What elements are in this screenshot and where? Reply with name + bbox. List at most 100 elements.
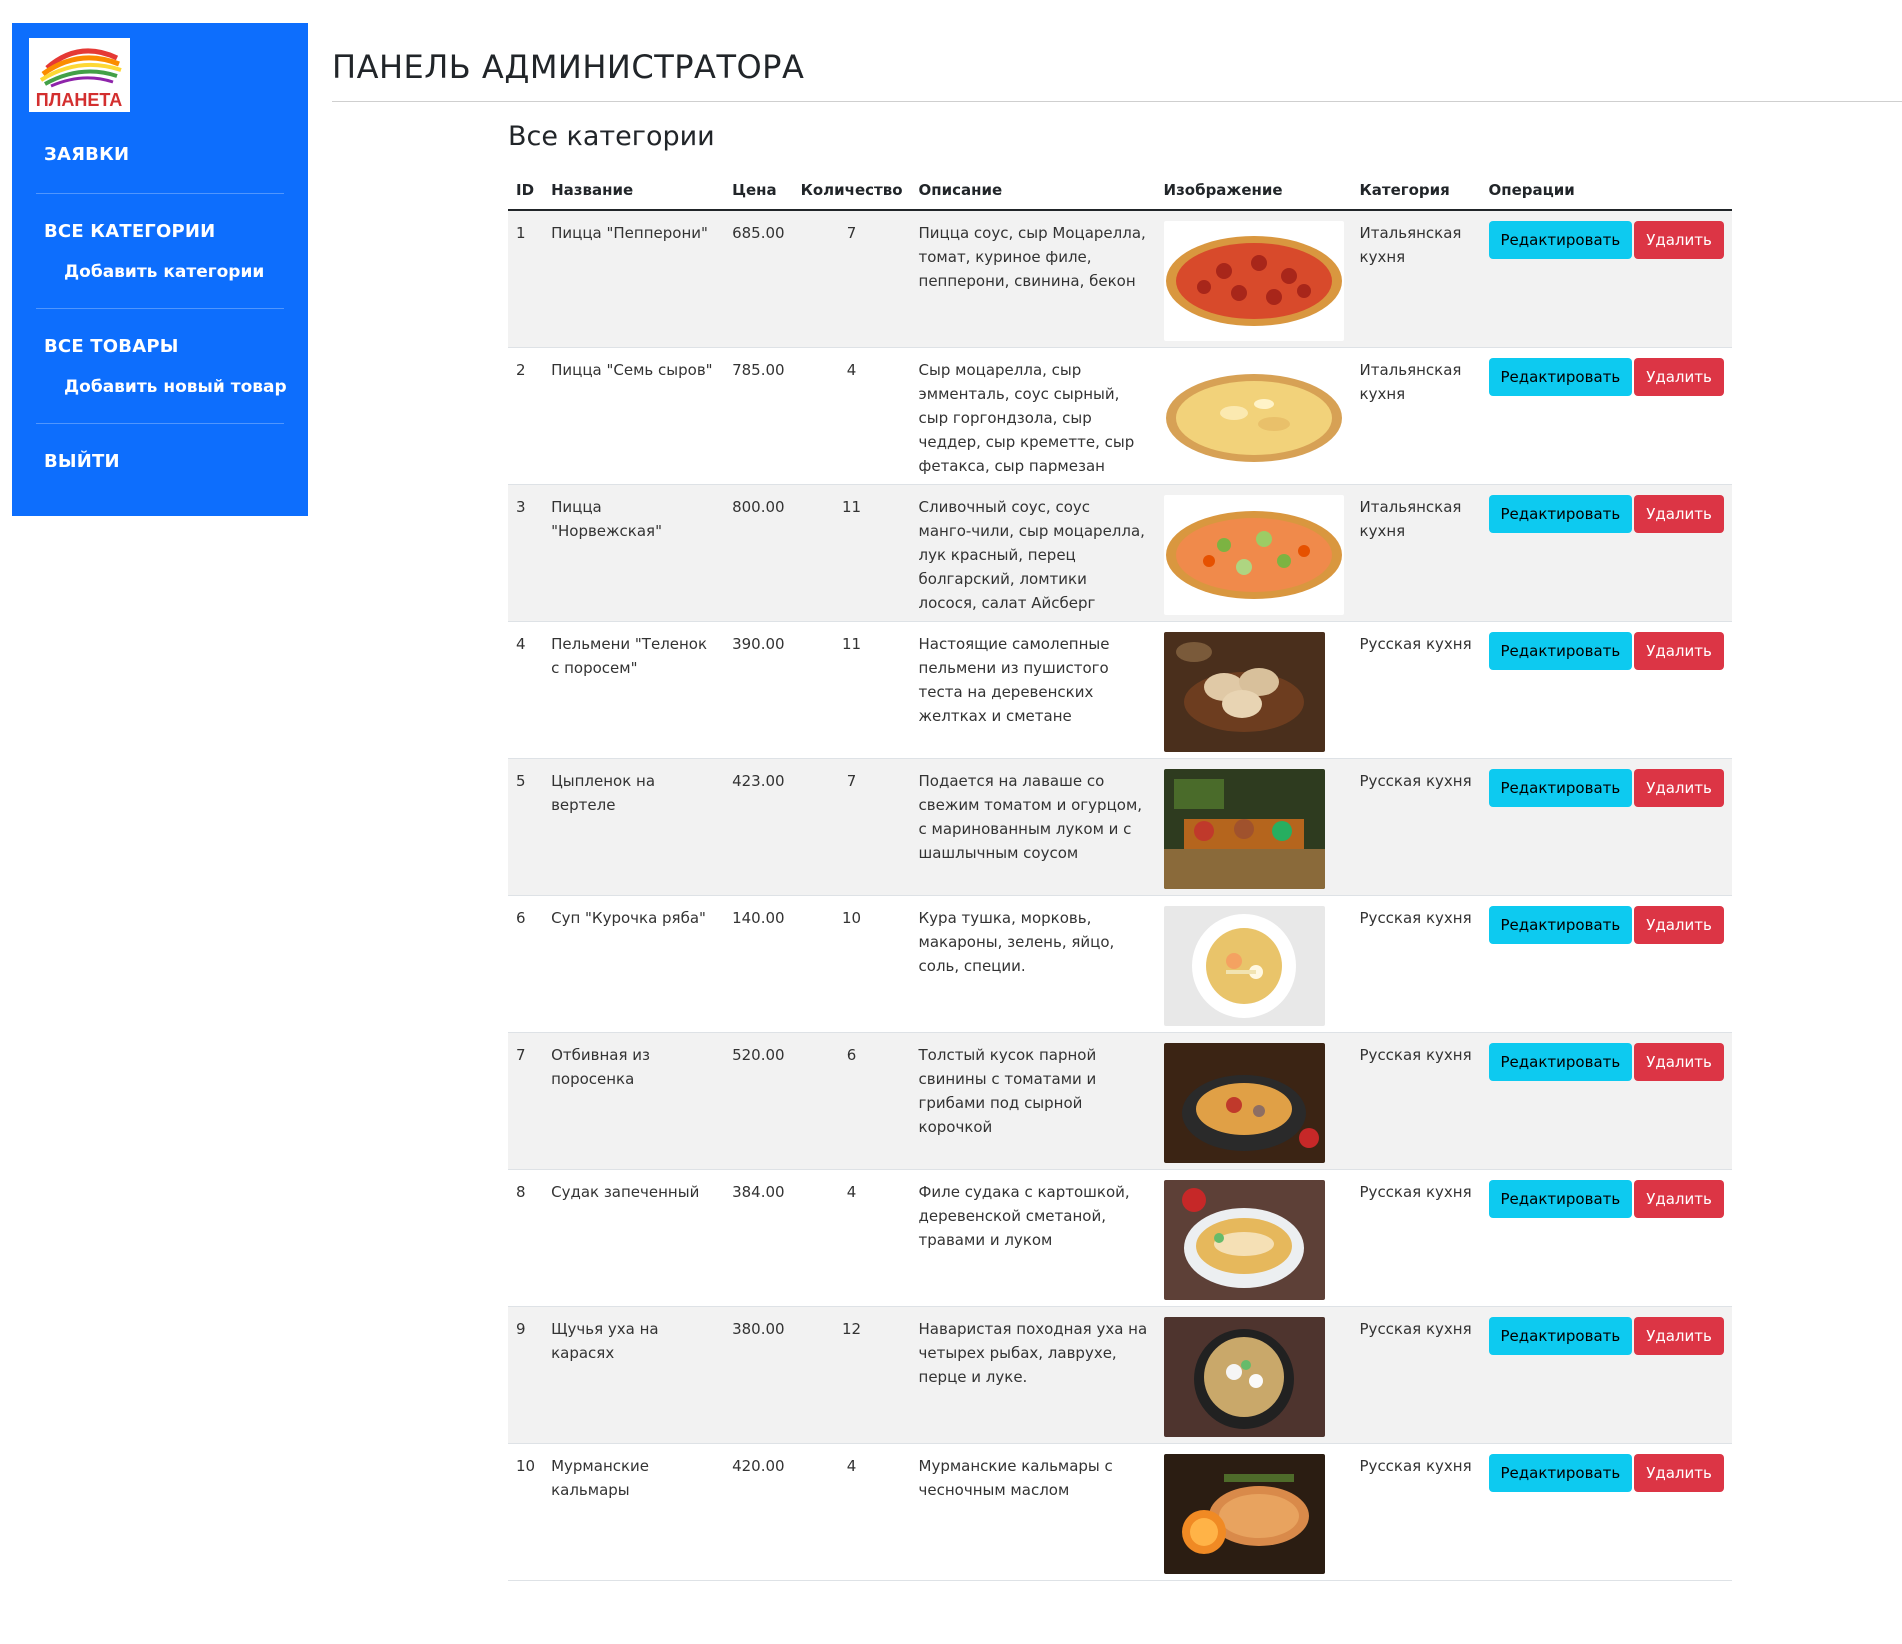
delete-button[interactable]: Удалить [1634,1453,1724,1492]
svg-text:ПЛАНЕТА: ПЛАНЕТА [36,90,122,110]
edit-button[interactable]: Редактировать [1488,494,1633,533]
cell-quantity: 4 [846,1456,857,1475]
cell-operations: Редактировать Удалить [1481,1032,1732,1169]
cell-category: Русская кухня [1359,1182,1472,1201]
cell-image [1156,210,1352,347]
edit-button[interactable]: Редактировать [1488,905,1633,944]
cell-image [1156,484,1352,621]
cell-price: 380.00 [732,1319,785,1338]
col-price: Цена [724,170,793,211]
pork-chop-image [1163,1042,1325,1163]
sidebar-item-add-category[interactable]: Добавить категории [12,256,308,294]
delete-button[interactable]: Удалить [1634,905,1724,944]
table-row: 3 Пицца "Норвежская" 800.00 11 Сливочный соу… [508,484,1732,621]
sidebar-item-add-product[interactable]: Добавить новый товар [12,371,308,409]
sidebar-item-orders[interactable]: ЗАЯВКИ [12,131,308,179]
cell-id: 3 [516,497,526,516]
section-title: Все категории [508,121,715,152]
cell-description: Сыр моцарелла, сыр эмменталь, соус сырны… [918,360,1135,475]
table-row: 4 Пельмени "Теленок с поросем" 390.00 11 Нас… [508,621,1732,758]
col-id: ID [508,170,544,211]
cell-price: 140.00 [732,908,785,927]
sidebar-nav: ЗАЯВКИ ВСЕ КАТЕГОРИИ Добавить категории … [12,131,308,486]
delete-button[interactable]: Удалить [1634,768,1724,807]
cell-name: Пицца "Пепперони" [551,224,708,242]
edit-button[interactable]: Редактировать [1488,1179,1633,1218]
cell-category: Русская кухня [1359,771,1472,790]
cell-price: 800.00 [732,497,785,516]
delete-button[interactable]: Удалить [1634,1042,1724,1081]
edit-button[interactable]: Редактировать [1488,221,1633,259]
divider [36,193,284,194]
table-row: 7 Отбивная из поросенка 520.00 6 Толстый кус… [508,1032,1732,1169]
cell-operations: Редактировать Удалить [1481,895,1732,1032]
col-category: Категория [1351,170,1481,211]
cell-image [1156,1443,1352,1580]
cell-quantity: 7 [846,224,857,242]
cell-image [1156,621,1352,758]
cell-name: Судак запеченный [551,1182,700,1201]
edit-button[interactable]: Редактировать [1488,1316,1633,1355]
pizza-pepperoni-image [1163,221,1344,341]
delete-button[interactable]: Удалить [1634,1316,1724,1355]
cell-category: Русская кухня [1359,1456,1472,1475]
col-image: Изображение [1155,170,1352,211]
cell-name: Цыпленок на вертеле [551,771,656,814]
cell-quantity: 7 [846,771,857,790]
cell-name: Пицца "Семь сыров" [551,360,713,379]
table-header-row: ID Название Цена Количество Описание Изо… [508,170,1732,211]
cell-image [1156,347,1352,484]
cell-name: Отбивная из поросенка [551,1045,650,1088]
cell-id: 8 [516,1182,526,1201]
cell-quantity: 6 [846,1045,857,1064]
cell-description: Настоящие самолепные пельмени из пушисто… [918,634,1110,725]
sidebar-item-products[interactable]: ВСЕ ТОВАРЫ [12,323,308,371]
cell-operations: Редактировать Удалить [1481,1169,1732,1306]
pelmeni-image [1163,631,1325,752]
cell-quantity: 12 [842,1319,862,1338]
fish-soup-image [1163,1316,1325,1437]
col-name: Название [543,170,725,211]
pizza-cheese-image [1163,357,1344,478]
divider [36,308,284,309]
sidebar-item-logout[interactable]: ВЫЙТИ [12,438,308,486]
sidebar-item-categories[interactable]: ВСЕ КАТЕГОРИИ [12,208,308,256]
cell-operations: Редактировать Удалить [1481,484,1732,621]
delete-button[interactable]: Удалить [1634,1179,1724,1218]
chicken-skewer-image [1163,768,1325,889]
products-table: ID Название Цена Количество Описание Изо… [508,170,1732,1581]
cell-operations: Редактировать Удалить [1481,758,1732,895]
cell-operations: Редактировать Удалить [1481,347,1732,484]
table-row: 9 Щучья уха на карасях 380.00 12 Наваристая … [508,1306,1732,1443]
delete-button[interactable]: Удалить [1634,357,1724,396]
table-row: 8 Судак запеченный 384.00 4 Филе судака с ка… [508,1169,1732,1306]
delete-button[interactable]: Удалить [1634,631,1724,670]
divider [36,423,284,424]
planeta-logo[interactable]: ПЛАНЕТА [29,38,130,112]
cell-category: Русская кухня [1359,1319,1472,1338]
edit-button[interactable]: Редактировать [1488,768,1633,807]
edit-button[interactable]: Редактировать [1488,357,1633,396]
soup-image [1163,905,1325,1026]
cell-price: 520.00 [732,1045,785,1064]
cell-operations: Редактировать Удалить [1481,621,1732,758]
cell-price: 390.00 [732,634,785,653]
table-row: 10 Мурманские кальмары 420.00 4 Мурманские к… [508,1443,1732,1580]
cell-name: Щучья уха на карасях [551,1319,659,1362]
cell-description: Наваристая походная уха на четырех рыбах… [918,1319,1148,1386]
table-row: 1 Пицца "Пепперони" 685.00 7 Пицца соус, сыр… [508,210,1732,347]
cell-price: 423.00 [732,771,785,790]
cell-quantity: 11 [842,497,862,516]
cell-name: Суп "Курочка ряба" [551,908,706,927]
delete-button[interactable]: Удалить [1634,221,1724,259]
cell-name: Мурманские кальмары [551,1456,650,1499]
cell-description: Сливочный соус, соус манго-чили, сыр моц… [918,497,1145,612]
edit-button[interactable]: Редактировать [1488,1453,1633,1492]
edit-button[interactable]: Редактировать [1488,631,1633,670]
grilled-squid-image [1163,1453,1325,1574]
edit-button[interactable]: Редактировать [1488,1042,1633,1081]
cell-quantity: 11 [842,634,862,653]
delete-button[interactable]: Удалить [1634,494,1724,533]
cell-operations: Редактировать Удалить [1481,1306,1732,1443]
page-header: ПАНЕЛЬ АДМИНИСТРАТОРА [332,44,1902,102]
